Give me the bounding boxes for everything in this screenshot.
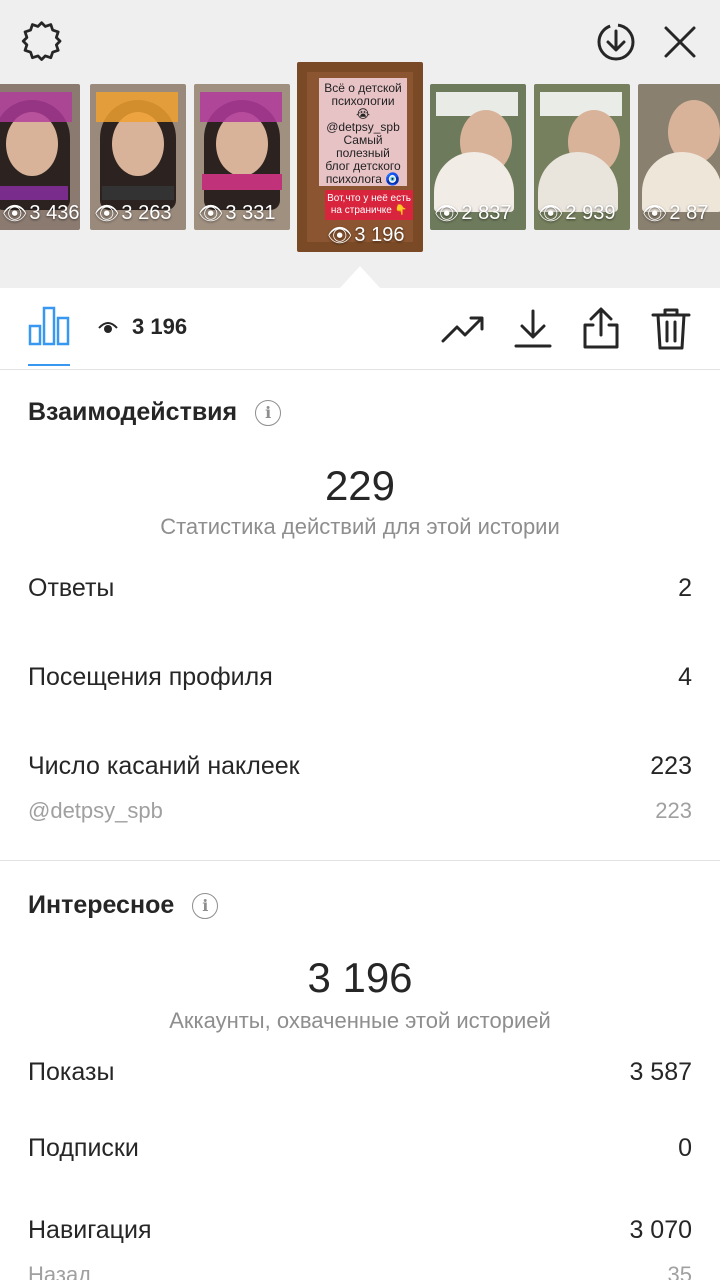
eye-icon [98, 322, 118, 333]
trending-up-icon [441, 316, 484, 343]
story-thumbnail[interactable]: 👁 3 436 [0, 84, 80, 230]
story-strip-header: 👁 3 436 👁 3 263 👁 3 331 Всё о детской психо… [0, 0, 720, 288]
metric-label: Назад [28, 1262, 92, 1280]
metric-value: 223 [650, 752, 692, 780]
download-circle-icon [597, 23, 635, 61]
metric-value: 3 070 [629, 1216, 692, 1244]
eye-icon: 👁 [94, 203, 120, 225]
story-thumbnail[interactable]: 👁 2 939 [534, 84, 630, 230]
metric-row-sticker-taps: Число касаний наклеек 223 [28, 752, 692, 781]
interactions-subtitle: Статистика действий для этой истории [160, 514, 560, 539]
close-button[interactable] [654, 18, 706, 66]
story-view-count: 👁 3 196 [327, 224, 405, 247]
metric-value: 35 [667, 1262, 692, 1280]
section-divider [0, 860, 720, 861]
story-view-count: 👁 3 331 [198, 202, 276, 225]
metric-label: Навигация [28, 1216, 152, 1244]
promote-button[interactable] [440, 306, 486, 352]
story-thumbnail-selected[interactable]: Всё о детской психологии 😭 @detpsy_spb С… [297, 62, 423, 252]
story-thumbnail[interactable]: 👁 2 87 [638, 84, 720, 230]
discovery-subtitle: Аккаунты, охваченные этой историей [169, 1008, 551, 1033]
metric-row-follows: Подписки 0 [28, 1134, 692, 1163]
discovery-total: 3 196 [307, 954, 413, 1001]
section-title-text: Взаимодействия [28, 398, 238, 426]
metric-row-replies: Ответы 2 [28, 574, 692, 603]
section-title-text: Интересное [28, 891, 175, 919]
eye-icon: 👁 [642, 203, 668, 225]
eye-icon: 👁 [198, 203, 224, 225]
insights-tab[interactable] [28, 304, 70, 366]
info-icon[interactable]: i [255, 399, 282, 426]
eye-icon: 👁 [2, 203, 28, 225]
info-icon[interactable]: i [192, 892, 219, 919]
metric-label: Ответы [28, 574, 115, 602]
metric-row-navigation: Навигация 3 070 [28, 1216, 692, 1245]
selected-story-pointer [340, 266, 380, 288]
story-note: Всё о детской психологии 😭 @detpsy_spb С… [319, 78, 407, 186]
download-button[interactable] [510, 306, 556, 352]
interactions-section-title: Взаимодействия i [28, 398, 282, 427]
story-view-count: 👁 3 436 [2, 202, 80, 225]
gear-icon [21, 21, 62, 61]
metric-label: Число касаний наклеек [28, 752, 300, 780]
metric-value: 4 [678, 663, 692, 691]
share-icon [583, 307, 619, 349]
metric-label: Посещения профиля [28, 663, 273, 691]
story-thumbnails: 👁 3 436 👁 3 263 👁 3 331 Всё о детской психо… [0, 62, 720, 254]
story-thumbnail[interactable]: 👁 3 331 [194, 84, 290, 230]
story-view-count: 👁 3 263 [94, 202, 172, 225]
metric-subrow-back: Назад 35 [28, 1262, 692, 1280]
metric-value: 3 587 [629, 1058, 692, 1086]
story-view-count: 👁 2 939 [538, 202, 616, 225]
metric-value: 2 [678, 574, 692, 602]
eye-icon: 👁 [327, 225, 353, 247]
close-icon [664, 26, 696, 58]
metric-row-impressions: Показы 3 587 [28, 1058, 692, 1087]
interactions-total: 229 [324, 462, 396, 509]
delete-button[interactable] [648, 306, 694, 352]
story-view-count: 👁 2 837 [434, 202, 512, 225]
download-icon [514, 309, 552, 348]
settings-button[interactable] [16, 18, 68, 66]
story-thumbnail[interactable]: 👁 2 837 [430, 84, 526, 230]
save-button[interactable] [590, 18, 642, 66]
metric-subrow-mention: @detpsy_spb 223 [28, 798, 692, 824]
story-banner: Вот,что у неё есть на страничке 👇 [325, 190, 413, 220]
metric-value: 223 [655, 798, 692, 823]
bar-chart-icon [28, 306, 70, 346]
story-view-count: 👁 2 87 [642, 202, 709, 225]
trash-icon [651, 308, 691, 350]
metric-value: 0 [678, 1134, 692, 1162]
metric-label: @detpsy_spb [28, 798, 163, 823]
share-button[interactable] [578, 306, 624, 352]
eye-icon: 👁 [538, 203, 564, 225]
story-thumbnail[interactable]: 👁 3 263 [90, 84, 186, 230]
metric-label: Показы [28, 1058, 115, 1086]
metric-row-profile-visits: Посещения профиля 4 [28, 663, 692, 692]
viewers-button[interactable]: 3 196 [98, 314, 187, 340]
story-action-bar: 3 196 [0, 288, 720, 370]
view-count-value: 3 196 [132, 314, 188, 339]
eye-icon: 👁 [434, 203, 460, 225]
discovery-section-title: Интересное i [28, 891, 219, 920]
metric-label: Подписки [28, 1134, 139, 1162]
